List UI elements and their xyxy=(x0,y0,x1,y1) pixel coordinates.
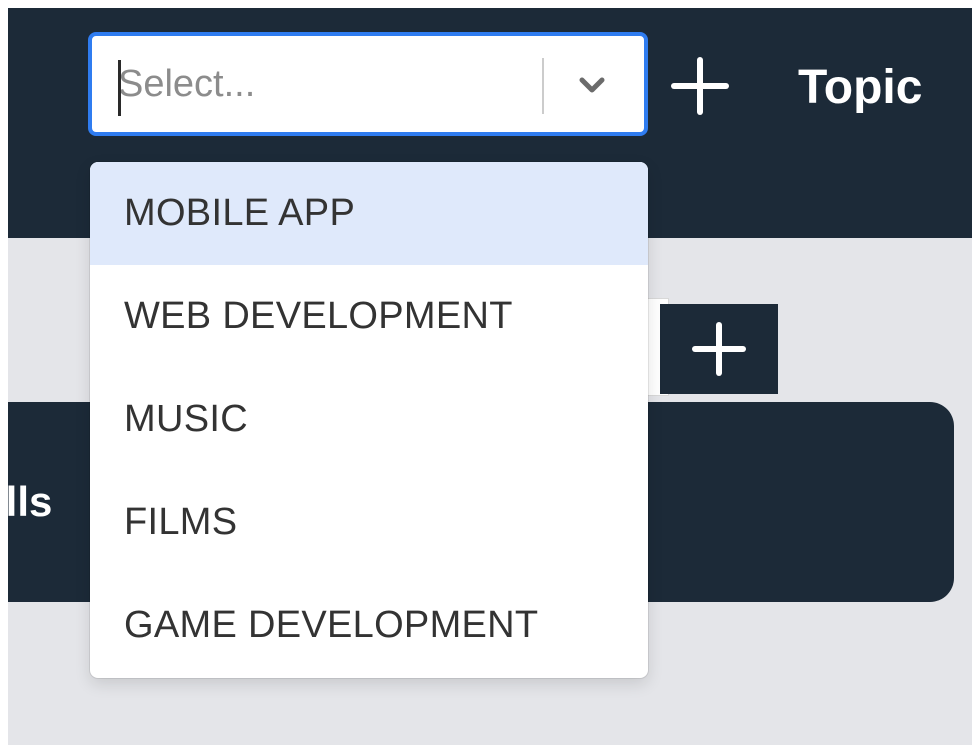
option-game-development[interactable]: GAME DEVELOPMENT xyxy=(90,574,648,677)
skills-card-title: ills xyxy=(8,478,53,525)
topic-select-input[interactable] xyxy=(118,56,518,112)
topic-label: Topic xyxy=(798,61,923,114)
option-mobile-app[interactable]: MOBILE APP xyxy=(90,162,648,265)
chevron-down-icon[interactable] xyxy=(560,54,624,118)
dropdown-menu: MOBILE APP WEB DEVELOPMENT MUSIC FILMS G… xyxy=(90,162,648,678)
indicator-separator xyxy=(542,58,544,114)
topic-select[interactable] xyxy=(88,32,648,136)
plus-icon xyxy=(671,57,729,115)
option-music[interactable]: MUSIC xyxy=(90,368,648,471)
app-viewport: Topic ills MOBILE APP WEB DEVELOPMENT MU… xyxy=(8,8,972,745)
option-web-development[interactable]: WEB DEVELOPMENT xyxy=(90,265,648,368)
plus-icon xyxy=(692,322,746,376)
add-topic-button[interactable] xyxy=(670,56,730,116)
add-skill-button[interactable] xyxy=(660,304,778,394)
option-films[interactable]: FILMS xyxy=(90,471,648,574)
text-cursor xyxy=(118,60,121,116)
